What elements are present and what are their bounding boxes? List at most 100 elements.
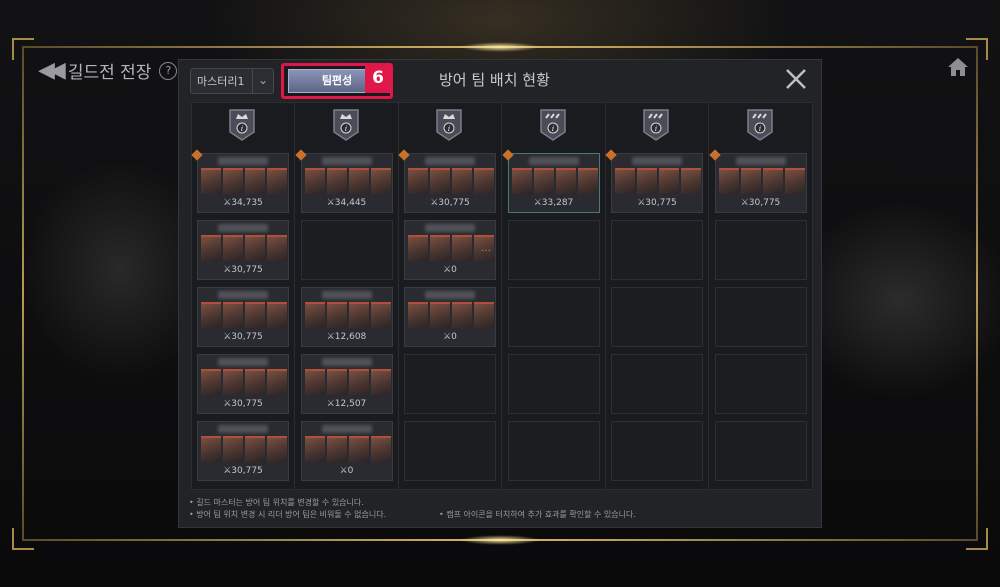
empty-slot[interactable] [611, 421, 703, 481]
hero-portrait [201, 369, 221, 395]
empty-slot[interactable] [404, 354, 496, 414]
team-power: ⚔12,507 [326, 399, 367, 409]
hero-portrait [637, 168, 657, 194]
empty-slot[interactable] [611, 287, 703, 347]
claw-camp-icon[interactable]: i [641, 108, 671, 142]
defense-team-slot[interactable]: … ⚔0 [404, 220, 496, 280]
frame-corner [966, 528, 988, 550]
defense-team-slot[interactable]: ⚔30,775 [197, 421, 289, 481]
defense-team-slot[interactable]: ⚔0 [404, 287, 496, 347]
page-title: 길드전 전장 [67, 63, 152, 83]
blurred-player-name [528, 157, 579, 165]
empty-slot[interactable] [714, 354, 807, 414]
double-chevron-left-icon[interactable]: ◀◀ [38, 59, 66, 82]
camp-column: i ⚔30,775 … ⚔0 ⚔0 [398, 103, 502, 489]
hero-portrait [370, 168, 391, 194]
svg-text:i: i [344, 125, 346, 133]
team-power: ⚔12,608 [326, 332, 367, 342]
defense-team-slot[interactable]: ⚔30,775 [197, 220, 289, 280]
empty-slot[interactable] [611, 220, 703, 280]
hero-portraits [201, 235, 287, 261]
hero-portrait [511, 168, 532, 194]
hero-portrait [201, 235, 221, 261]
hero-portrait [740, 168, 761, 194]
crown-camp-icon[interactable]: i [331, 108, 361, 142]
empty-slot[interactable] [507, 220, 600, 280]
defense-team-slot[interactable]: ⚔30,775 [197, 354, 289, 414]
hero-portraits [304, 436, 391, 462]
hero-portrait [408, 302, 428, 328]
team-power: ⚔30,775 [740, 198, 781, 208]
defense-team-slot[interactable]: ⚔30,775 [605, 149, 703, 213]
blurred-player-name [321, 425, 372, 433]
team-power: ⚔30,775 [430, 198, 470, 208]
team-power: ⚔33,287 [533, 198, 574, 208]
hero-portrait [201, 302, 221, 328]
team-power: ⚔30,775 [223, 466, 263, 476]
hero-portrait [430, 235, 450, 261]
hero-portraits [304, 369, 391, 395]
defense-team-slot[interactable]: ⚔30,775 [398, 149, 496, 213]
hero-portrait [304, 369, 325, 395]
frame-top-glint [460, 42, 540, 52]
help-icon[interactable]: ? [159, 61, 178, 80]
team-power: ⚔34,445 [326, 198, 367, 208]
leader-marker-icon [708, 149, 721, 161]
team-power: ⚔0 [443, 332, 457, 342]
home-icon[interactable] [946, 56, 970, 78]
defense-team-slot[interactable]: ⚔34,445 [294, 149, 393, 213]
hero-portrait [326, 436, 347, 462]
camp-column: i ⚔34,735 ⚔30,775 ⚔30,775 ⚔30,775 ⚔30,775 [191, 103, 295, 489]
leader-marker-icon [501, 149, 514, 161]
blurred-player-name [218, 291, 268, 299]
more-indicator: … [481, 243, 491, 254]
defense-team-slot[interactable]: ⚔30,775 [708, 149, 807, 213]
defense-team-slot[interactable]: ⚔0 [300, 421, 393, 481]
empty-slot[interactable] [611, 354, 703, 414]
hero-portrait [762, 168, 783, 194]
claw-camp-icon[interactable]: i [745, 108, 775, 142]
hero-portraits [615, 168, 701, 194]
defense-team-slot[interactable]: ⚔12,608 [300, 287, 393, 347]
claw-camp-icon[interactable]: i [538, 108, 568, 142]
hero-portrait [659, 168, 679, 194]
hero-portraits [201, 168, 287, 194]
defense-team-slot[interactable]: ⚔34,735 [191, 149, 289, 213]
empty-slot[interactable] [300, 220, 393, 280]
empty-slot[interactable] [507, 287, 600, 347]
frame-left-border [22, 46, 24, 541]
leader-marker-icon [294, 149, 307, 161]
empty-slot[interactable] [404, 421, 496, 481]
hero-portrait [348, 369, 369, 395]
hero-portrait [615, 168, 635, 194]
hero-portrait [452, 302, 472, 328]
empty-slot[interactable] [507, 354, 600, 414]
crown-camp-icon[interactable]: i [434, 108, 464, 142]
leader-marker-icon [191, 149, 203, 161]
chevron-down-icon: ⌄ [252, 69, 273, 93]
crown-camp-icon[interactable]: i [227, 108, 257, 142]
blurred-player-name [425, 224, 475, 232]
hero-portrait [267, 436, 287, 462]
team-power: ⚔30,775 [223, 332, 263, 342]
back-bar[interactable]: ◀◀ 길드전 전장 ? [38, 58, 178, 83]
blurred-player-name [218, 425, 268, 433]
hero-portrait [223, 302, 243, 328]
blurred-player-name [735, 157, 786, 165]
close-icon[interactable] [783, 66, 809, 92]
help-notes: • 길드 마스터는 방어 팀 위치를 변경할 수 있습니다. • 방어 팀 위치… [189, 497, 636, 521]
defense-team-slot[interactable]: ⚔30,775 [197, 287, 289, 347]
defense-team-slot[interactable]: ⚔33,287 [501, 149, 600, 213]
camp-column: i ⚔30,775 [605, 103, 709, 489]
empty-slot[interactable] [507, 421, 600, 481]
empty-slot[interactable] [714, 287, 807, 347]
hero-portrait [326, 369, 347, 395]
defense-team-slot[interactable]: ⚔12,507 [300, 354, 393, 414]
hero-portrait [577, 168, 598, 194]
empty-slot[interactable] [714, 220, 807, 280]
hero-portrait [430, 302, 450, 328]
hero-portrait [245, 235, 265, 261]
camp-column: i ⚔33,287 [501, 103, 606, 489]
mastery-select[interactable]: 마스터리1 ⌄ [190, 68, 274, 94]
empty-slot[interactable] [714, 421, 807, 481]
